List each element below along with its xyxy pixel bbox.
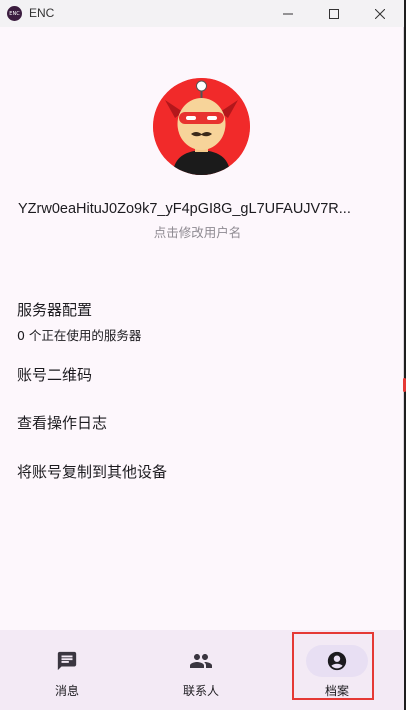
minimize-icon	[283, 13, 293, 14]
username-text[interactable]: YZrw0eaHituJ0Zo9k7_yF4pGI8G_gL7UFAUJV7R.…	[18, 201, 386, 217]
window-title: ENC	[29, 6, 55, 20]
username-edit-hint[interactable]: 点击修改用户名	[0, 222, 395, 241]
nav-tab-messages[interactable]: 消息	[0, 630, 134, 710]
copy-account-title: 将账号复制到其他设备	[17, 463, 168, 481]
maximize-button[interactable]	[311, 0, 357, 27]
maximize-icon	[329, 8, 339, 19]
people-icon	[190, 654, 212, 668]
close-button[interactable]	[357, 0, 403, 27]
app-logo-icon: ENC	[7, 6, 22, 21]
app-window: ENC ENC YZrw0eaHituJ0Zo9k7_yF4pGI8G_gL7U…	[0, 0, 404, 710]
menu-item-copy-account[interactable]: 将账号复制到其他设备	[17, 461, 167, 482]
operation-log-title: 查看操作日志	[17, 414, 108, 432]
robot-avatar-icon	[153, 78, 250, 175]
nav-tab-contacts[interactable]: 联系人	[134, 630, 268, 710]
chat-icon	[57, 651, 77, 671]
menu-item-server-config[interactable]: 服务器配置 0 个正在使用的服务器	[17, 299, 141, 344]
nav-label-contacts: 联系人	[182, 684, 219, 698]
avatar[interactable]	[153, 78, 250, 175]
server-config-title: 服务器配置	[17, 301, 93, 319]
menu-item-account-qr[interactable]: 账号二维码	[17, 364, 92, 385]
account-qr-title: 账号二维码	[17, 366, 93, 384]
nav-indicator	[36, 645, 98, 677]
nav-label-messages: 消息	[54, 684, 79, 698]
server-config-subtitle: 0 个正在使用的服务器	[17, 328, 142, 343]
menu-item-operation-log[interactable]: 查看操作日志	[17, 412, 107, 433]
minimize-button[interactable]	[265, 0, 311, 27]
highlight-annotation-box	[292, 632, 374, 700]
nav-indicator	[170, 645, 232, 677]
title-bar[interactable]: ENC ENC	[0, 0, 404, 27]
close-icon	[375, 8, 385, 19]
